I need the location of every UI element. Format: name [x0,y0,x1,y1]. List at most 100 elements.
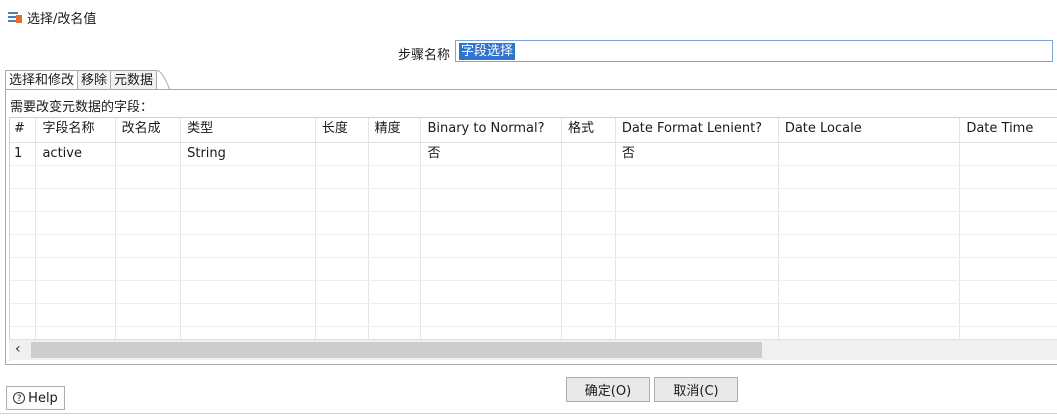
fields-table[interactable]: ^ # 字段名称 改名成 类型 长度 精度 Binary to Normal? … [9,117,1057,361]
cell-length[interactable] [316,143,369,165]
window-title: 选择/改名值 [27,11,97,27]
empty-cell [10,189,37,211]
empty-cell [369,189,422,211]
cell-date-locale[interactable] [779,143,961,165]
cell-precision[interactable] [369,143,422,165]
empty-cell [421,212,563,234]
empty-cell [116,212,182,234]
empty-cell [421,304,563,326]
empty-cell [316,189,369,211]
empty-cell [369,304,422,326]
empty-cell [181,212,316,234]
empty-cell [779,304,961,326]
empty-cell [960,166,1057,188]
empty-cell [616,189,779,211]
empty-cell [421,189,563,211]
empty-cell [116,281,182,303]
empty-cell [616,304,779,326]
empty-cell [960,281,1057,303]
empty-cell [779,235,961,257]
empty-cell [369,258,422,280]
cell-type[interactable]: String [181,143,316,165]
cell-date-format-lenient[interactable]: 否 [616,143,779,165]
step-name-label: 步骤名称 [398,48,451,63]
empty-cell [316,212,369,234]
empty-cell [181,166,316,188]
empty-cell [316,166,369,188]
empty-cell [779,189,961,211]
empty-cell [421,166,563,188]
empty-cell [116,235,182,257]
scroll-left-arrow-icon[interactable]: ‹ [15,341,21,357]
empty-cell [779,212,961,234]
cell-binary-to-normal[interactable]: 否 [421,143,563,165]
empty-cell [36,281,116,303]
empty-cell [10,235,37,257]
cell-field-name[interactable]: active [36,143,116,165]
empty-cell [36,189,116,211]
empty-cell [562,304,616,326]
tab-bar: 选择和修改 移除 元数据 [5,70,171,90]
ok-button[interactable]: 确定(O) [566,377,650,402]
empty-cell [369,235,422,257]
row-index: 1 [10,143,37,165]
col-header-rename[interactable]: 改名成 [116,118,182,142]
empty-cell [960,212,1057,234]
empty-cell [369,281,422,303]
empty-cell [10,166,37,188]
col-header-format[interactable]: 格式 [562,118,616,142]
empty-cell [181,304,316,326]
sort-indicator-icon: ^ [19,117,27,125]
step-name-value: 字段选择 [459,43,516,60]
empty-cell [779,166,961,188]
empty-cell [616,166,779,188]
tab-select-modify[interactable]: 选择和修改 [5,70,79,90]
scroll-thumb[interactable] [31,342,762,358]
empty-cell [616,212,779,234]
empty-cell [960,304,1057,326]
empty-cell [421,235,563,257]
cancel-button[interactable]: 取消(C) [654,377,738,402]
col-header-date-time[interactable]: Date Time [960,118,1057,142]
empty-cell [116,258,182,280]
empty-cell [36,258,116,280]
tab-remove[interactable]: 移除 [77,70,112,89]
help-button[interactable]: ? Help [6,386,65,410]
col-header-date-locale[interactable]: Date Locale [779,118,961,142]
empty-cell [562,258,616,280]
empty-cell [421,258,563,280]
cell-rename[interactable] [116,143,182,165]
col-header-field-name[interactable]: 字段名称 [36,118,116,142]
empty-cell [316,281,369,303]
window-title-bar: 选择/改名值 [8,7,96,27]
empty-cell [369,212,422,234]
step-name-input[interactable]: 字段选择 [455,40,1053,62]
fields-label: 需要改变元数据的字段： [10,100,154,115]
col-header-type[interactable]: 类型 [181,118,316,142]
table-row[interactable]: 1 active String 否 否 [10,143,1057,166]
empty-cell [181,189,316,211]
cell-format[interactable] [562,143,616,165]
col-header-binary-to-normal[interactable]: Binary to Normal? [421,118,563,142]
empty-row [10,212,1057,235]
empty-cell [562,166,616,188]
help-label: Help [28,390,58,406]
empty-rows [10,166,1057,350]
empty-cell [616,281,779,303]
empty-cell [36,235,116,257]
empty-cell [10,258,37,280]
horizontal-scrollbar[interactable]: ‹ [9,339,1057,360]
col-header-date-format-lenient[interactable]: Date Format Lenient? [616,118,779,142]
empty-cell [116,304,182,326]
empty-cell [779,258,961,280]
empty-cell [960,235,1057,257]
col-header-length[interactable]: 长度 [316,118,369,142]
empty-cell [316,258,369,280]
help-icon: ? [13,392,26,404]
tab-edge-decoration [156,70,171,90]
cell-date-time[interactable] [960,143,1057,165]
col-header-precision[interactable]: 精度 [369,118,422,142]
tab-metadata[interactable]: 元数据 [110,70,158,89]
empty-cell [181,281,316,303]
table-header: ^ # 字段名称 改名成 类型 长度 精度 Binary to Normal? … [10,118,1057,143]
